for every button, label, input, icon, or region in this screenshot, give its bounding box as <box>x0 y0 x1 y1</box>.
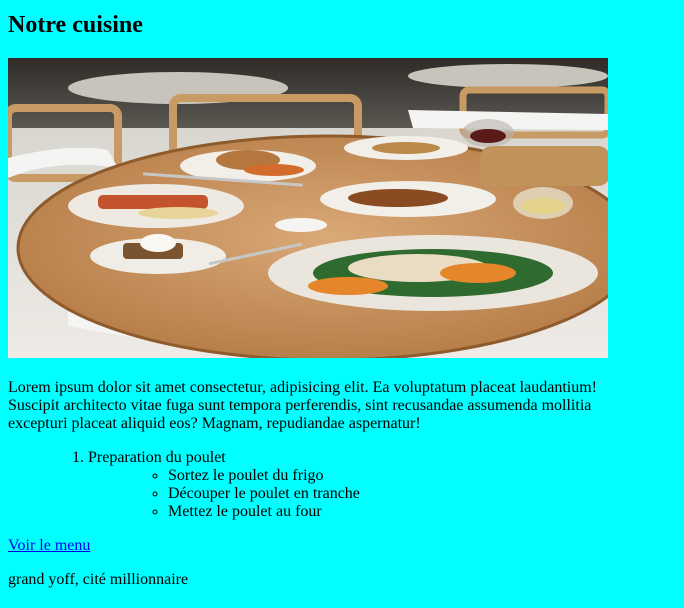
page-title: Notre cuisine <box>8 12 143 38</box>
page-content: Notre cuisine Lorem ipsum dolor sit amet… <box>0 11 684 589</box>
recipe-substeps-list: Sortez le poulet du frigo Découper le po… <box>88 467 676 521</box>
view-menu-link[interactable]: Voir le menu <box>8 537 90 555</box>
intro-paragraph: Lorem ipsum dolor sit amet consectetur, … <box>8 379 597 432</box>
list-item: Mettez le poulet au four <box>168 503 676 521</box>
recipe-step-label: Preparation du poulet <box>88 449 226 466</box>
list-item: Preparation du poulet Sortez le poulet d… <box>88 449 676 521</box>
recipe-steps-list: Preparation du poulet Sortez le poulet d… <box>8 449 676 521</box>
restaurant-photo <box>8 58 608 358</box>
list-item: Sortez le poulet du frigo <box>168 467 676 485</box>
address-text: grand yoff, cité millionnaire <box>8 571 189 588</box>
list-item: Découper le poulet en tranche <box>168 485 676 503</box>
